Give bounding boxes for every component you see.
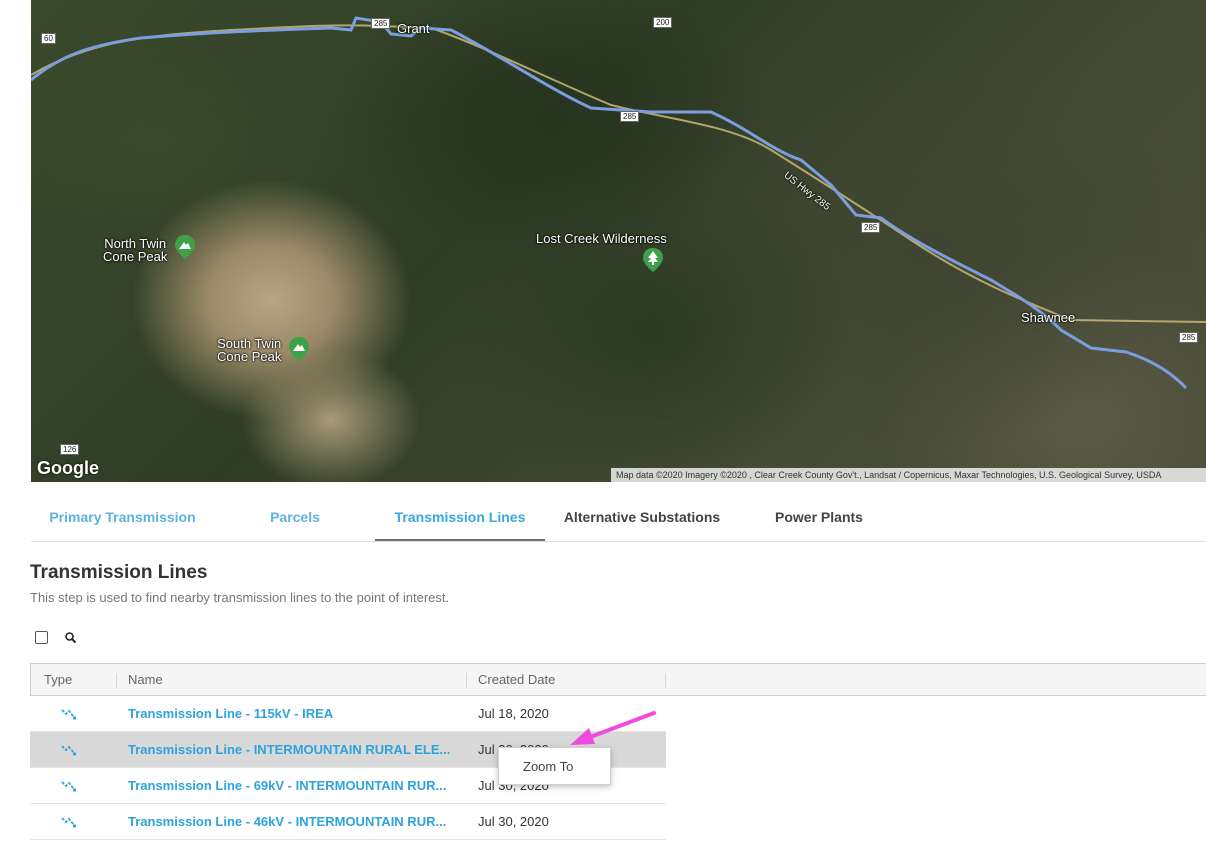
map-label-south-twin-cone-peak: South Twin Cone Peak xyxy=(217,336,282,364)
route-shield: 126 xyxy=(60,444,80,455)
column-header-type[interactable]: Type xyxy=(44,664,72,695)
search-icon[interactable] xyxy=(64,631,78,645)
google-logo: Google xyxy=(37,458,99,478)
row-name-link[interactable]: Transmission Line - INTERMOUNTAIN RURAL … xyxy=(128,732,458,768)
map-label-lost-creek-wilderness: Lost Creek Wilderness xyxy=(536,231,667,246)
map-label-grant: Grant xyxy=(397,21,430,36)
tab-alternative-substations[interactable]: Alternative Substations xyxy=(545,497,739,541)
transmission-line-icon xyxy=(61,817,77,828)
step-tabs: Primary Transmission Parcels Transmissio… xyxy=(31,497,1206,542)
column-divider[interactable] xyxy=(466,673,467,688)
tab-transmission-lines[interactable]: Transmission Lines xyxy=(375,497,545,541)
tree-pin-icon[interactable] xyxy=(643,248,663,272)
route-shield: 285 xyxy=(620,111,640,122)
column-divider[interactable] xyxy=(116,673,117,688)
section-title: Transmission Lines xyxy=(30,562,208,583)
column-divider[interactable] xyxy=(665,673,666,688)
tab-parcels[interactable]: Parcels xyxy=(214,497,376,541)
map-attribution: Map data ©2020 Imagery ©2020 , Clear Cre… xyxy=(611,468,1206,482)
row-name-link[interactable]: Transmission Line - 69kV - INTERMOUNTAIN… xyxy=(128,768,458,804)
grid-header: Type Name Created Date xyxy=(30,663,1206,696)
row-created-date: Jul 30, 2020 xyxy=(478,814,549,829)
route-shield: 60 xyxy=(41,33,56,44)
transmission-line-icon xyxy=(61,709,77,720)
route-shield: 285 xyxy=(861,222,881,233)
select-all-checkbox[interactable] xyxy=(35,631,48,644)
mountain-pin-icon[interactable] xyxy=(175,235,195,259)
map-label-shawnee: Shawnee xyxy=(1021,310,1076,325)
route-shield: 285 xyxy=(1179,332,1199,343)
mountain-pin-icon[interactable] xyxy=(289,337,309,361)
row-created-date: Jul 18, 2020 xyxy=(478,706,549,721)
context-menu: Zoom To xyxy=(498,747,611,785)
transmission-lines-grid: Type Name Created Date Transmission Line… xyxy=(30,663,1206,840)
tab-power-plants[interactable]: Power Plants xyxy=(739,497,899,541)
route-shield: 285 xyxy=(371,18,391,29)
column-header-created-date[interactable]: Created Date xyxy=(478,664,555,695)
transmission-line-icon xyxy=(61,781,77,792)
context-menu-zoom-to[interactable]: Zoom To xyxy=(499,748,610,784)
route-shield: 200 xyxy=(653,17,673,28)
row-name-link[interactable]: Transmission Line - 115kV - IREA xyxy=(128,696,458,732)
section-description: This step is used to find nearby transmi… xyxy=(30,590,450,605)
table-row[interactable]: Transmission Line - 46kV - INTERMOUNTAIN… xyxy=(30,804,666,840)
column-header-name[interactable]: Name xyxy=(128,664,163,695)
row-name-link[interactable]: Transmission Line - 46kV - INTERMOUNTAIN… xyxy=(128,804,458,840)
tab-primary-transmission[interactable]: Primary Transmission xyxy=(31,497,214,541)
satellite-map[interactable]: North Twin Cone Peak South Twin Cone Pea… xyxy=(31,0,1206,482)
transmission-line-icon xyxy=(61,745,77,756)
annotation-arrow-icon xyxy=(570,711,656,745)
map-label-north-twin-cone-peak: North Twin Cone Peak xyxy=(103,236,168,264)
